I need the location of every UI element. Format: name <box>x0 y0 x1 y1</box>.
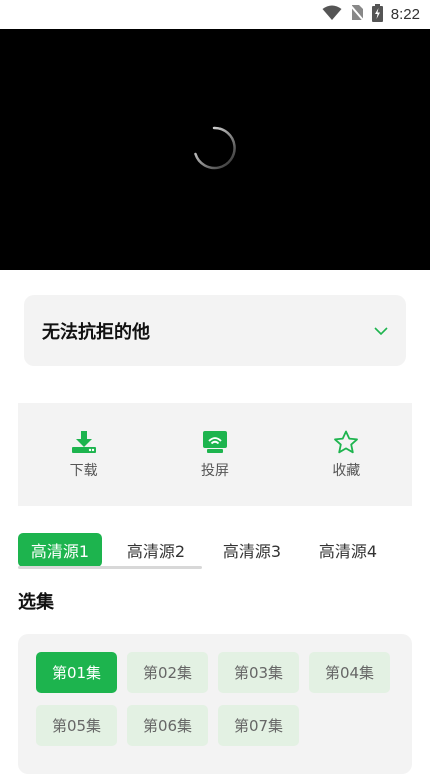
video-player[interactable] <box>0 29 430 270</box>
source-tab-1[interactable]: 高清源1 <box>18 533 102 567</box>
download-button[interactable]: 下载 <box>44 430 124 480</box>
cast-screen-icon <box>202 430 227 453</box>
loading-spinner-icon <box>194 126 236 170</box>
episode-item-7[interactable]: 第07集 <box>218 705 299 746</box>
status-time: 8:22 <box>390 6 420 23</box>
source-tab-3[interactable]: 高清源3 <box>210 533 294 567</box>
episodes-heading: 选集 <box>18 592 54 613</box>
status-bar: 8:22 <box>0 0 430 29</box>
no-sim-icon <box>350 4 364 25</box>
favorite-label: 收藏 <box>332 462 361 479</box>
episode-item-4[interactable]: 第04集 <box>309 652 390 693</box>
episode-item-1[interactable]: 第01集 <box>36 652 117 693</box>
favorite-button[interactable]: 收藏 <box>306 430 386 480</box>
title-card[interactable]: 无法抗拒的他 <box>24 295 406 366</box>
episode-item-3[interactable]: 第03集 <box>218 652 299 693</box>
battery-charging-icon <box>371 3 383 26</box>
episode-item-5[interactable]: 第05集 <box>36 705 117 746</box>
source-tab-2[interactable]: 高清源2 <box>114 533 198 567</box>
star-icon <box>334 430 359 453</box>
video-title: 无法抗拒的他 <box>42 321 150 343</box>
source-tabs: 高清源1 高清源2 高清源3 高清源4 <box>18 530 390 570</box>
episode-item-6[interactable]: 第06集 <box>127 705 208 746</box>
download-label: 下载 <box>69 462 98 479</box>
episode-item-2[interactable]: 第02集 <box>127 652 208 693</box>
download-icon <box>71 430 96 453</box>
wifi-icon <box>322 5 342 25</box>
action-bar: 下载 投屏 收藏 <box>18 403 412 506</box>
chevron-down-icon[interactable] <box>374 321 388 340</box>
episode-grid: 第01集 第02集 第03集 第04集 第05集 第06集 第07集 <box>18 634 412 774</box>
cast-screen-label: 投屏 <box>200 462 229 479</box>
source-tab-4[interactable]: 高清源4 <box>306 533 390 567</box>
cast-screen-button[interactable]: 投屏 <box>175 430 255 480</box>
source-scroll-indicator <box>18 566 202 569</box>
